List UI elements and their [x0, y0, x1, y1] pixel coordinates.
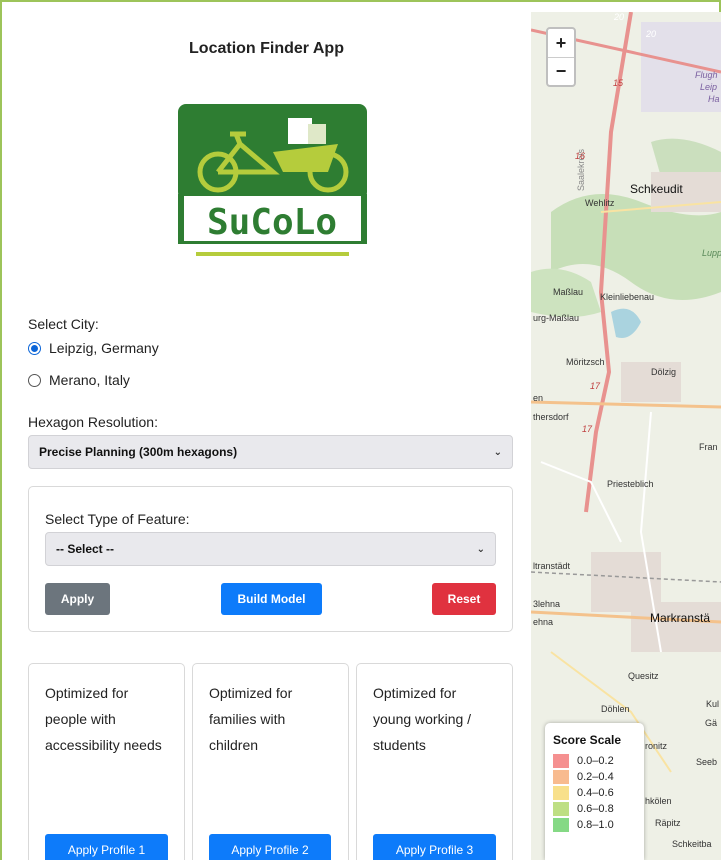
legend-item: 0.8–1.0 — [553, 817, 636, 833]
map-place-label: urg-Maßlau — [533, 313, 580, 323]
feature-selected-value: -- Select -- — [56, 542, 115, 556]
profile-card-1: Optimized for people with accessibility … — [28, 663, 185, 860]
legend-item: 0.2–0.4 — [553, 769, 636, 785]
city-option-label: Merano, Italy — [49, 372, 130, 388]
map-place-label: Flugh — [695, 70, 718, 80]
map-place-label: Seeb — [696, 757, 718, 767]
profile-description: Optimized for families with children — [209, 685, 293, 753]
legend-title: Score Scale — [553, 733, 622, 747]
chevron-down-icon: ⌄ — [476, 543, 485, 555]
map-place-label: Fran — [699, 442, 718, 452]
map-place-label: Räpitz — [655, 818, 681, 828]
legend-label: 0.2–0.4 — [577, 771, 614, 783]
city-option-merano[interactable]: Merano, Italy — [28, 372, 130, 388]
map-place-label: Gä — [705, 718, 718, 728]
city-option-label: Leipzig, Germany — [49, 340, 159, 356]
apply-profile-3-button[interactable]: Apply Profile 3 — [373, 834, 496, 860]
map-place-label: thersdorf — [533, 412, 569, 422]
map-place-label: Priesteblich — [607, 479, 654, 489]
legend-label: 0.4–0.6 — [577, 787, 614, 799]
feature-label: Select Type of Feature: — [45, 511, 190, 527]
profile-card-3: Optimized for young working / students A… — [356, 663, 513, 860]
road-number-label: 17 — [590, 381, 601, 391]
legend-item: 0.0–0.2 — [553, 753, 636, 769]
map-place-label: ronitz — [645, 741, 668, 751]
map-place-label: Maßlau — [553, 287, 584, 297]
road-number-label: 17 — [582, 424, 593, 434]
apply-profile-2-button[interactable]: Apply Profile 2 — [209, 834, 331, 860]
city-option-leipzig[interactable]: Leipzig, Germany — [28, 340, 159, 356]
map-place-label: ltranstädt — [533, 561, 571, 571]
map-place-label: Möritzsch — [566, 357, 605, 367]
radio-unchecked-icon[interactable] — [28, 373, 41, 387]
map-place-label: Wehlitz — [585, 198, 615, 208]
legend-label: 0.8–1.0 — [577, 819, 614, 831]
apply-button[interactable]: Apply — [45, 583, 110, 615]
sucolo-logo: SuCoLo — [178, 104, 367, 260]
road-number-label: 15 — [613, 78, 624, 88]
logo-text: SuCoLo — [207, 202, 337, 243]
map-place-label: Kleinliebenau — [600, 292, 655, 302]
legend-swatch — [553, 818, 569, 832]
map-place-label: Dölzig — [651, 367, 677, 377]
city-label: Select City: — [28, 316, 99, 332]
score-legend: Score Scale 0.0–0.2 0.2–0.4 0.4–0.6 0.6–… — [545, 723, 644, 860]
resolution-label: Hexagon Resolution: — [28, 414, 158, 430]
resolution-selected-value: Precise Planning (300m hexagons) — [39, 445, 238, 459]
chevron-down-icon: ⌄ — [493, 446, 502, 458]
road-number-label: 20 — [614, 12, 625, 22]
map-place-label: en — [533, 393, 544, 403]
map-place-label: Kul — [706, 699, 720, 709]
map-place-label: Schkeudit — [630, 182, 683, 196]
build-model-button[interactable]: Build Model — [221, 583, 322, 615]
radio-checked-icon[interactable] — [28, 341, 41, 355]
map-place-label: Quesitz — [628, 671, 659, 681]
legend-item: 0.6–0.8 — [553, 801, 636, 817]
legend-swatch — [553, 802, 569, 816]
map-place-label: hkölen — [645, 796, 672, 806]
zoom-control: + − — [546, 27, 576, 87]
profile-description: Optimized for young working / students — [373, 685, 472, 753]
map-place-label: 3lehna — [533, 599, 561, 609]
profile-description: Optimized for people with accessibility … — [45, 685, 162, 753]
map-place-label: ehna — [533, 617, 554, 627]
zoom-out-button[interactable]: − — [548, 57, 574, 85]
reset-button[interactable]: Reset — [432, 583, 496, 615]
legend-swatch — [553, 754, 569, 768]
legend-item: 0.4–0.6 — [553, 785, 636, 801]
sidebar-panel: Location Finder App SuCoLo Select City: … — [2, 2, 531, 860]
map-place-label: Döhlen — [601, 704, 630, 714]
road-number-label: 16 — [575, 151, 586, 161]
legend-swatch — [553, 770, 569, 784]
app-title: Location Finder App — [189, 40, 344, 57]
legend-swatch — [553, 786, 569, 800]
map-place-label: Leip — [700, 82, 718, 92]
profile-card-2: Optimized for families with children App… — [192, 663, 349, 860]
apply-profile-1-button[interactable]: Apply Profile 1 — [45, 834, 168, 860]
town-area — [631, 602, 721, 652]
resolution-select[interactable]: Precise Planning (300m hexagons) ⌄ — [28, 435, 513, 469]
legend-label: 0.6–0.8 — [577, 803, 614, 815]
cargo-bike-logo-icon: SuCoLo — [178, 104, 367, 256]
legend-label: 0.0–0.2 — [577, 755, 614, 767]
feature-select[interactable]: -- Select -- ⌄ — [45, 532, 496, 566]
feature-card: Select Type of Feature: -- Select -- ⌄ A… — [28, 486, 513, 632]
map-place-label: Ha — [708, 94, 720, 104]
map-place-label: Markranstä — [650, 611, 711, 625]
zoom-in-button[interactable]: + — [548, 29, 574, 57]
road-number-label: 20 — [646, 29, 657, 39]
map-place-label: Schkeitba — [672, 839, 712, 849]
map-place-label: Lupp — [702, 248, 721, 258]
